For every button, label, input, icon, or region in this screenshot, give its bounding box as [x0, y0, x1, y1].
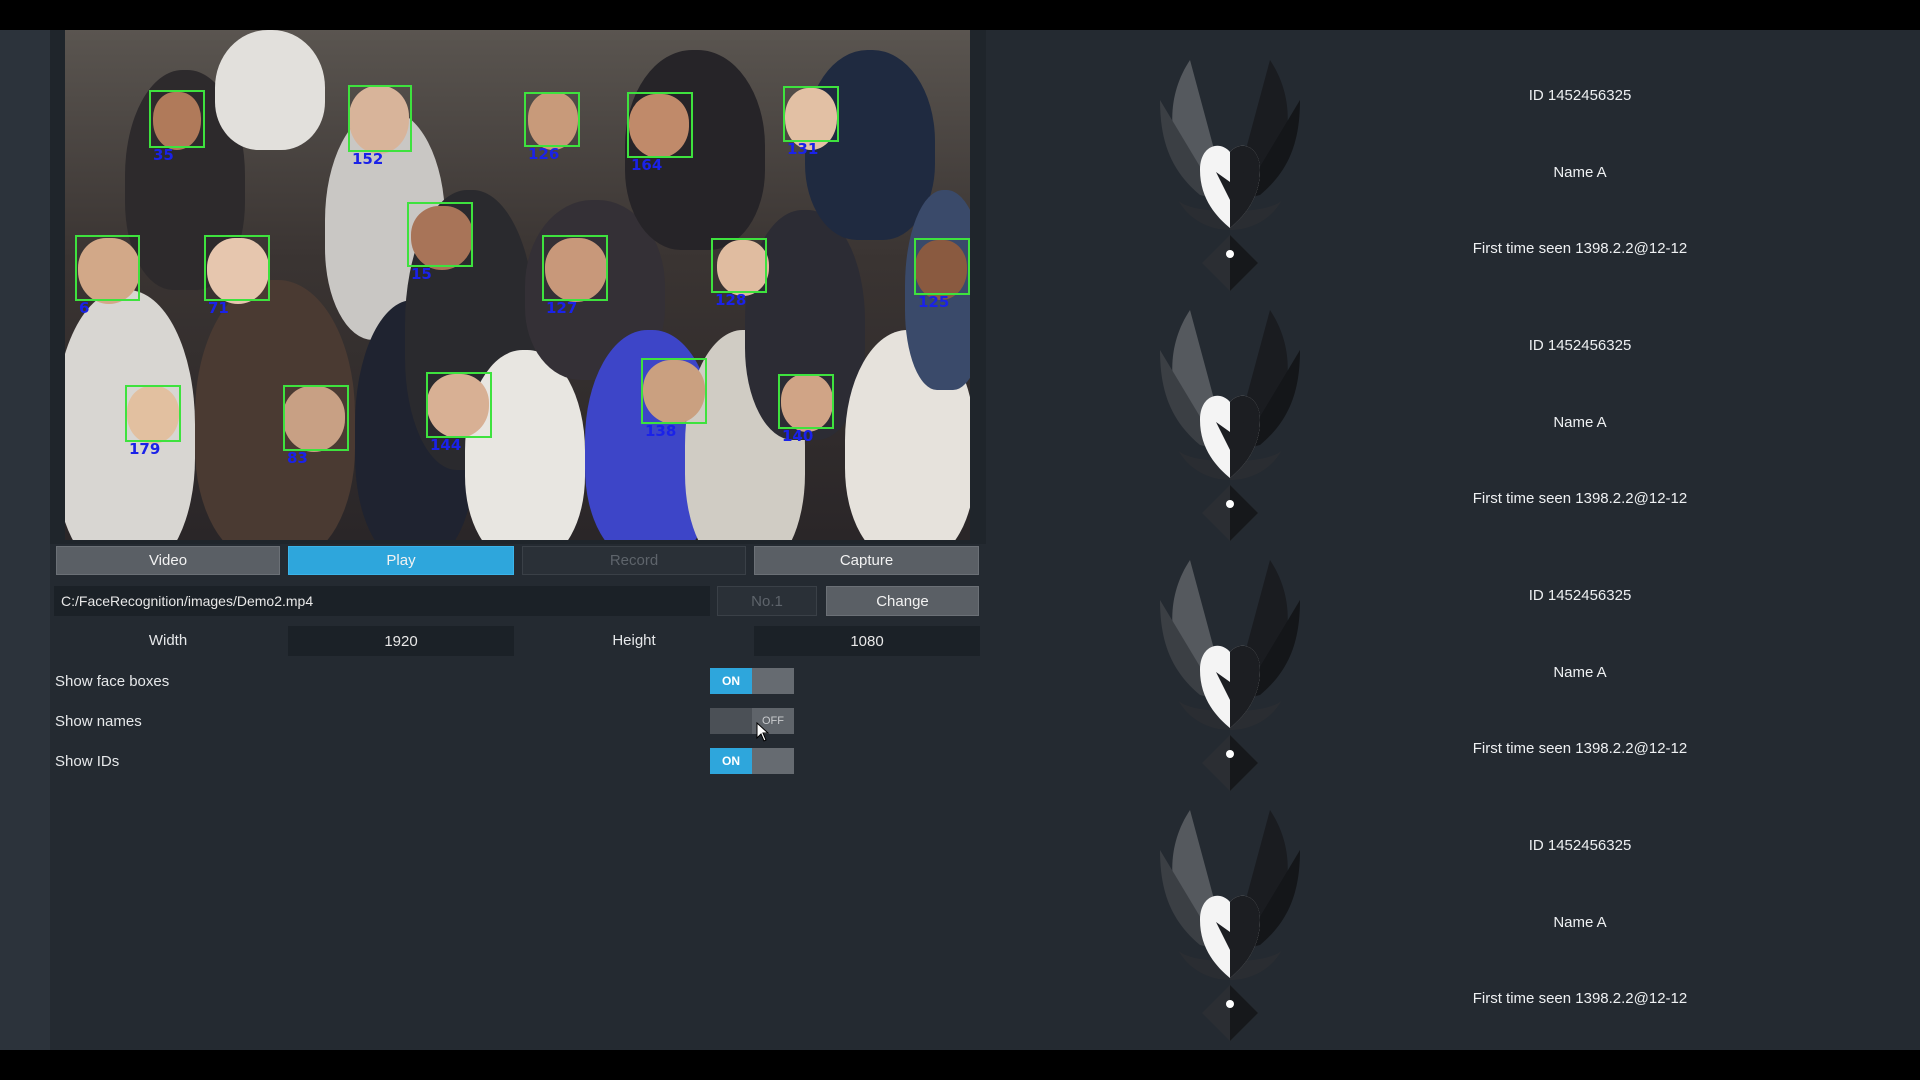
- detection-card[interactable]: ID 1452456325 Name A First time seen 1398.…: [1120, 542, 1880, 792]
- face-id-label: 15: [411, 265, 432, 283]
- detection-name: Name A: [1553, 414, 1607, 431]
- face-box: 144: [426, 372, 492, 454]
- owl-logo-icon: [1130, 800, 1330, 1045]
- detection-name: Name A: [1553, 164, 1607, 181]
- detection-card[interactable]: ID 1452456325 Name A First time seen 1398.…: [1120, 42, 1880, 292]
- face-box: 35: [149, 90, 205, 164]
- owl-logo-icon: [1130, 300, 1330, 545]
- detection-id: ID 1452456325: [1528, 87, 1632, 104]
- face-id-label: 140: [782, 427, 814, 445]
- owl-logo-icon: [1130, 50, 1330, 295]
- face-box: 126: [524, 92, 580, 163]
- width-label: Width: [148, 632, 188, 649]
- face-id-label: 138: [645, 422, 677, 440]
- mouse-cursor-icon: [756, 722, 770, 742]
- play-button[interactable]: Play: [288, 546, 514, 575]
- detection-name: Name A: [1553, 664, 1607, 681]
- detection-first-seen: First time seen 1398.2.2@12-12: [1472, 740, 1688, 757]
- face-id-label: 6: [79, 299, 90, 317]
- face-box: 152: [348, 85, 412, 168]
- face-id-label: 35: [153, 146, 174, 164]
- height-input[interactable]: 1080: [754, 626, 980, 656]
- show-face-boxes-toggle[interactable]: ON: [710, 668, 794, 694]
- face-box: 131: [783, 86, 839, 158]
- detection-first-seen: First time seen 1398.2.2@12-12: [1472, 490, 1688, 507]
- show-ids-toggle[interactable]: ON: [710, 748, 794, 774]
- face-box: 128: [711, 238, 767, 309]
- video-button[interactable]: Video: [56, 546, 280, 575]
- face-box: 164: [627, 92, 693, 174]
- face-id-label: 164: [631, 156, 663, 174]
- detection-id: ID 1452456325: [1528, 837, 1632, 854]
- toggle-state: ON: [710, 668, 752, 694]
- face-id-label: 127: [546, 299, 578, 317]
- face-id-label: 131: [787, 140, 819, 158]
- show-ids-label: Show IDs: [55, 753, 120, 770]
- width-input[interactable]: 1920: [288, 626, 514, 656]
- face-id-label: 71: [208, 299, 229, 317]
- toggle-knob: [752, 668, 794, 694]
- face-box: 140: [778, 374, 834, 445]
- file-path-input[interactable]: C:/FaceRecognition/images/Demo2.mp4: [54, 586, 710, 616]
- face-id-label: 152: [352, 150, 384, 168]
- detection-id: ID 1452456325: [1528, 587, 1632, 604]
- show-names-toggle[interactable]: OFF: [710, 708, 794, 734]
- face-id-label: 144: [430, 436, 462, 454]
- face-box: 6: [75, 235, 140, 317]
- face-id-label: 125: [918, 293, 950, 311]
- face-box: 179: [125, 385, 181, 458]
- toggle-state: ON: [710, 748, 752, 774]
- toggle-knob: [710, 708, 752, 734]
- face-id-label: 126: [528, 145, 560, 163]
- show-face-boxes-label: Show face boxes: [55, 673, 170, 690]
- camera-select[interactable]: No.1: [717, 586, 817, 616]
- change-button[interactable]: Change: [826, 586, 979, 616]
- detection-first-seen: First time seen 1398.2.2@12-12: [1472, 240, 1688, 257]
- face-id-label: 128: [715, 291, 747, 309]
- face-box: 15: [407, 202, 473, 283]
- app-window: 35 152 126 164 131 6 71 15 127 128 125 1…: [0, 30, 1920, 1050]
- face-box: 127: [542, 235, 608, 317]
- video-frame[interactable]: 35 152 126 164 131 6 71 15 127 128 125 1…: [65, 30, 970, 540]
- face-id-label: 83: [287, 449, 308, 467]
- toggle-knob: [752, 748, 794, 774]
- crowd-shape: [215, 30, 325, 150]
- owl-logo-icon: [1130, 550, 1330, 795]
- detection-id: ID 1452456325: [1528, 337, 1632, 354]
- face-id-label: 179: [129, 440, 161, 458]
- detection-first-seen: First time seen 1398.2.2@12-12: [1472, 990, 1688, 1007]
- left-strip: [0, 30, 50, 1050]
- detection-card[interactable]: ID 1452456325 Name A First time seen 1398.…: [1120, 792, 1880, 1042]
- face-box: 138: [641, 358, 707, 440]
- detection-name: Name A: [1553, 914, 1607, 931]
- face-box: 125: [914, 238, 970, 311]
- detection-card[interactable]: ID 1452456325 Name A First time seen 1398.…: [1120, 292, 1880, 542]
- face-box: 83: [283, 385, 349, 467]
- height-label: Height: [612, 632, 656, 649]
- show-names-label: Show names: [55, 713, 142, 730]
- capture-button[interactable]: Capture: [754, 546, 979, 575]
- face-box: 71: [204, 235, 270, 317]
- record-button[interactable]: Record: [522, 546, 746, 575]
